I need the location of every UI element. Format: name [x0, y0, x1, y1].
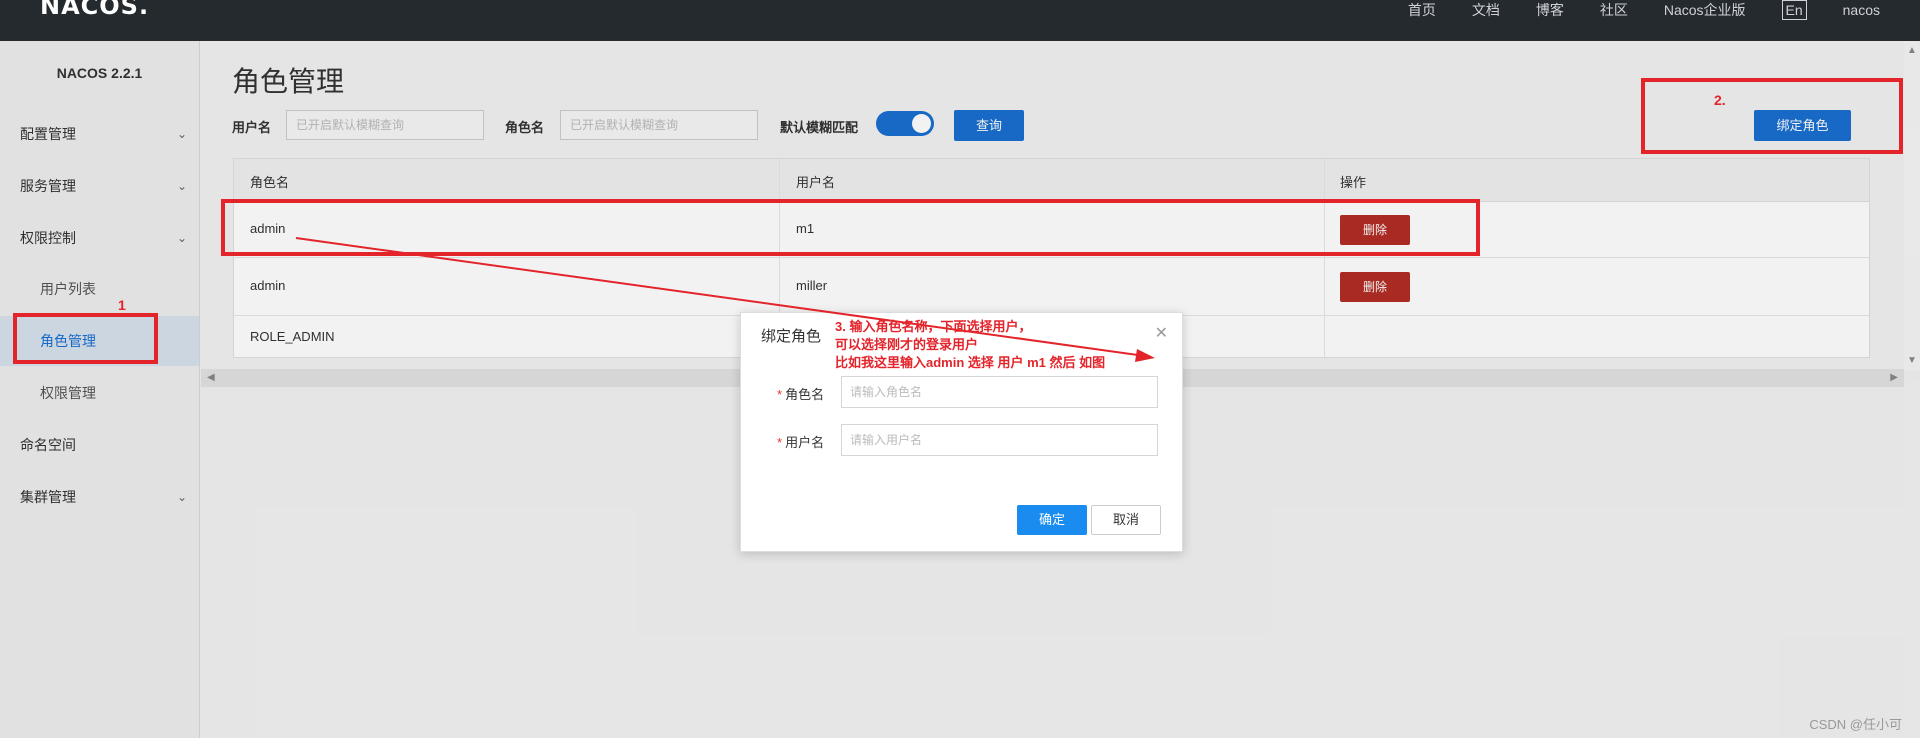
watermark: CSDN @任小可	[1809, 717, 1902, 732]
annotation-step3-line3: 比如我这里输入admin 选择 用户 m1 然后 如图	[835, 355, 1106, 370]
annotation-step3-line2: 可以选择刚才的登录用户	[835, 337, 979, 352]
annotation-step3: 3. 输入角色名称，下面选择用户， 可以选择刚才的登录用户 比如我这里输入adm…	[835, 318, 1105, 372]
annotation-step3-line1: 3. 输入角色名称，下面选择用户，	[835, 319, 1032, 334]
